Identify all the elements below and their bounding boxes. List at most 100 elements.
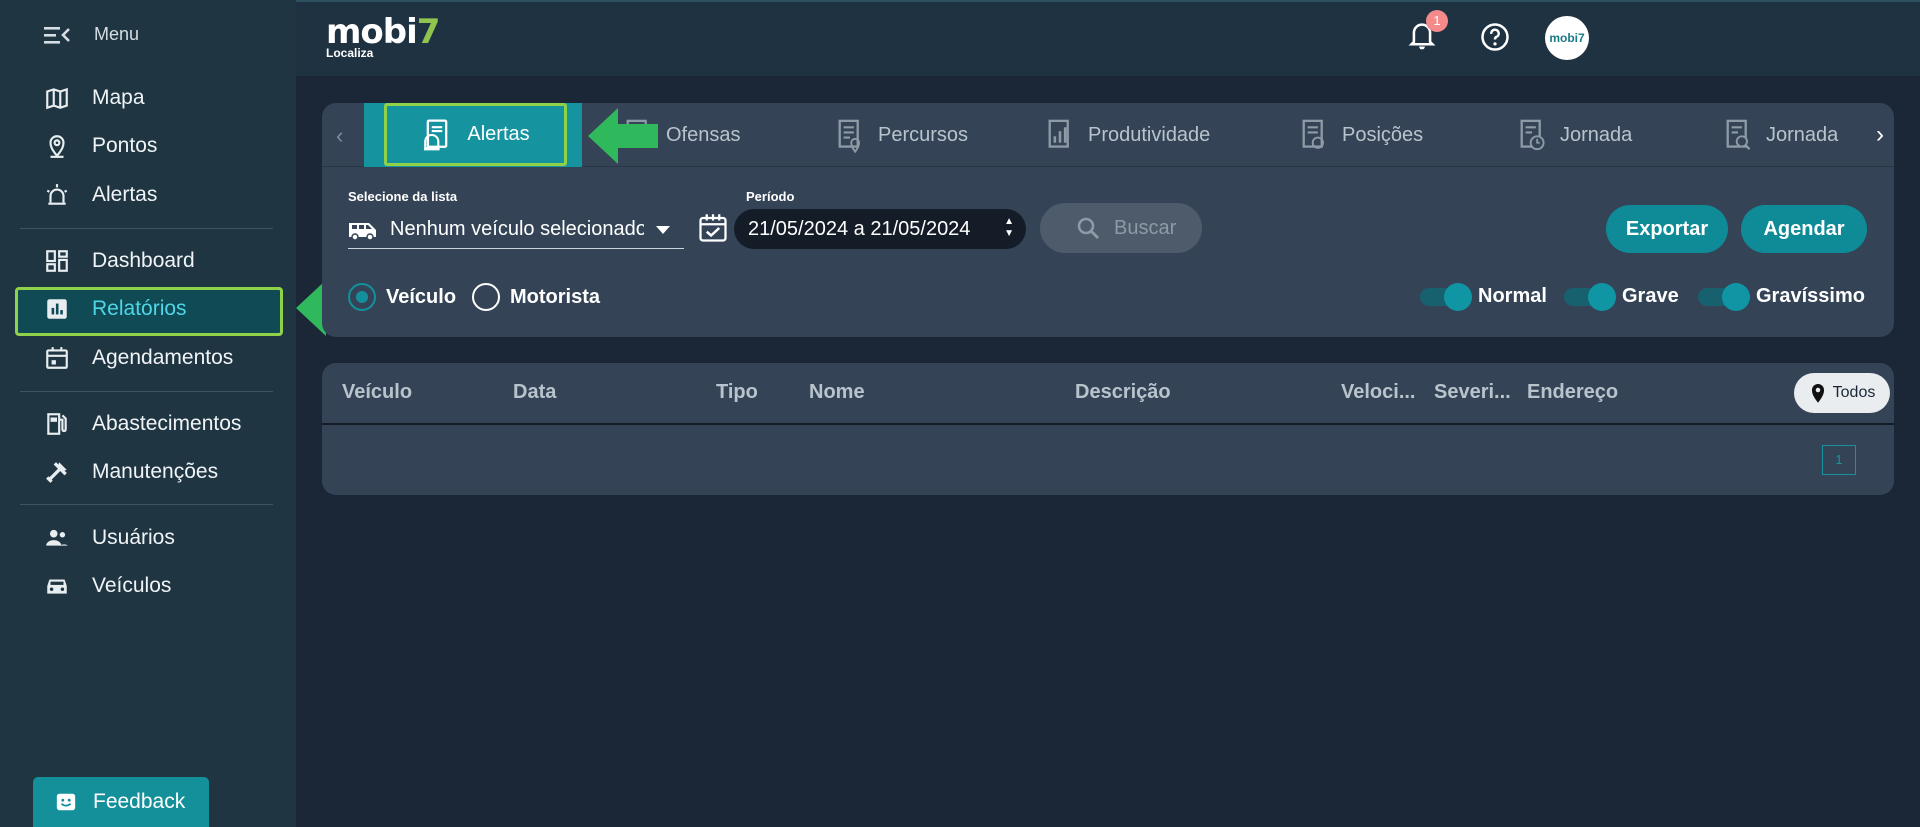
sidebar-item-abastecimentos[interactable]: Abastecimentos (44, 404, 241, 444)
tab-produtividade[interactable]: Produtividade (1044, 103, 1210, 167)
help-icon[interactable] (1480, 22, 1510, 52)
tab-label: Posições (1342, 123, 1424, 146)
radio-driver-label: Motorista (510, 285, 600, 308)
position-report-icon (1302, 119, 1324, 149)
results-table: Veículo Data Tipo Nome Descrição Veloci.… (322, 363, 1894, 495)
bar-chart-icon (47, 299, 67, 319)
tab-percursos[interactable]: Percursos (834, 103, 968, 167)
sidebar-divider (20, 391, 273, 392)
table-header: Veículo Data Tipo Nome Descrição Veloci.… (322, 363, 1894, 425)
sidebar-item-usuarios[interactable]: Usuários (44, 518, 175, 558)
sidebar-item-label: Pontos (92, 134, 158, 157)
sidebar-item-label: Manutenções (92, 460, 219, 483)
sidebar-item-label: Alertas (92, 183, 158, 206)
toggle-grave[interactable]: Grave (1564, 282, 1679, 311)
period-value: 21/05/2024 a 21/05/2024 (748, 217, 971, 240)
journey-report-icon (1520, 119, 1545, 151)
feedback-icon (56, 793, 76, 811)
sidebar-item-dashboard[interactable]: Dashboard (44, 241, 195, 281)
annotation-arrow-alertas (588, 108, 658, 164)
pagination-page-1[interactable]: 1 (1822, 445, 1856, 475)
fuel-pump-icon (47, 413, 67, 435)
toggle-normal[interactable]: Normal (1420, 282, 1547, 311)
sidebar-divider (20, 228, 273, 229)
export-button[interactable]: Exportar (1606, 205, 1728, 253)
sidebar-item-manutencoes[interactable]: Manutenções (44, 452, 218, 492)
calendar-check-icon[interactable] (698, 213, 728, 243)
sidebar-item-alertas[interactable]: Alertas (44, 175, 157, 215)
vehicle-select[interactable]: Nenhum veículo selecionado (348, 211, 684, 249)
productivity-report-icon (1048, 119, 1069, 148)
toggle-normal-switch (1420, 282, 1472, 311)
column-descricao[interactable]: Descrição (1075, 381, 1171, 404)
alarm-light-icon (46, 184, 68, 205)
toggle-grave-label: Grave (1622, 285, 1679, 307)
column-nome[interactable]: Nome (809, 381, 865, 404)
tab-next-icon[interactable]: › (1876, 121, 1884, 149)
avatar[interactable]: mobi7 (1545, 16, 1589, 60)
tab-label: Alertas (467, 123, 530, 145)
tab-label: Percursos (878, 123, 969, 146)
tab-posicoes[interactable]: Posições (1298, 103, 1423, 167)
feedback-button[interactable]: Feedback (33, 777, 209, 827)
tab-jornada-analise[interactable]: Jornada (1722, 103, 1850, 167)
logo-accent: 7 (416, 12, 441, 52)
car-icon (47, 579, 67, 594)
sidebar-item-relatorios[interactable]: Relatórios (44, 289, 187, 329)
menu-label: Menu (94, 24, 140, 44)
column-veiculo[interactable]: Veículo (342, 381, 412, 404)
tab-jornada[interactable]: Jornada (1516, 103, 1632, 167)
todos-button[interactable]: Todos (1794, 373, 1890, 413)
period-spinner-icon[interactable]: ▲ ▼ (1004, 216, 1014, 240)
menu-toggle[interactable]: Menu (44, 24, 139, 45)
toggle-gravissimo[interactable]: Gravíssimo (1698, 282, 1865, 311)
todos-label: Todos (1832, 384, 1876, 401)
search-button[interactable]: Buscar (1040, 203, 1202, 253)
column-velocidade[interactable]: Veloci... (1341, 381, 1415, 404)
tab-prev-icon[interactable]: ‹ (336, 123, 343, 149)
vehicle-select-label: Selecione da lista (348, 189, 458, 204)
search-label: Buscar (1114, 216, 1177, 239)
column-tipo[interactable]: Tipo (716, 381, 758, 404)
column-data[interactable]: Data (513, 381, 556, 404)
tab-alertas[interactable]: Alertas (384, 103, 567, 166)
period-input[interactable]: 21/05/2024 a 21/05/2024 ▲ ▼ (734, 209, 1026, 249)
sidebar-item-label: Abastecimentos (92, 412, 242, 435)
sidebar-item-pontos[interactable]: Pontos (44, 126, 157, 166)
radio-driver[interactable]: Motorista (472, 283, 600, 311)
users-icon (46, 529, 68, 546)
sidebar-item-mapa[interactable]: Mapa (44, 78, 145, 118)
radio-vehicle[interactable]: Veículo (348, 283, 456, 311)
tab-label: Jornada (1766, 123, 1839, 146)
sidebar-item-label: Dashboard (92, 249, 195, 272)
location-pin-icon (49, 135, 65, 158)
column-endereco[interactable]: Endereço (1527, 381, 1618, 404)
alert-report-icon (424, 118, 448, 150)
van-icon (349, 222, 376, 241)
vehicle-select-value: Nenhum veículo selecionado (390, 218, 644, 240)
dashboard-icon (46, 250, 68, 272)
map-icon (46, 87, 68, 110)
sidebar-item-label: Mapa (92, 86, 145, 109)
journey-analysis-icon (1726, 119, 1751, 150)
schedule-button[interactable]: Agendar (1741, 205, 1867, 253)
period-label: Período (746, 189, 795, 204)
tab-label: Ofensas (666, 123, 741, 146)
filter-card: ‹ Alertas Ofensas Percursos Produtividad… (322, 103, 1894, 337)
toggle-normal-label: Normal (1478, 285, 1547, 307)
chevron-down-icon (656, 225, 670, 234)
column-severidade[interactable]: Severi... (1434, 381, 1511, 404)
tools-icon (46, 462, 67, 483)
location-pin-icon (1811, 384, 1824, 403)
feedback-label: Feedback (93, 790, 186, 813)
route-report-icon (838, 119, 860, 153)
report-tabs: ‹ Alertas Ofensas Percursos Produtividad… (322, 103, 1894, 167)
search-icon (1077, 217, 1099, 239)
sidebar-item-veiculos[interactable]: Veículos (44, 566, 171, 606)
top-header: mobi7 Localiza (296, 0, 1920, 76)
radio-driver-dot (472, 283, 500, 311)
radio-vehicle-label: Veículo (386, 285, 457, 308)
sidebar-item-agendamentos[interactable]: Agendamentos (44, 338, 233, 378)
sidebar-divider (20, 504, 273, 505)
tab-label: Produtividade (1088, 123, 1211, 146)
